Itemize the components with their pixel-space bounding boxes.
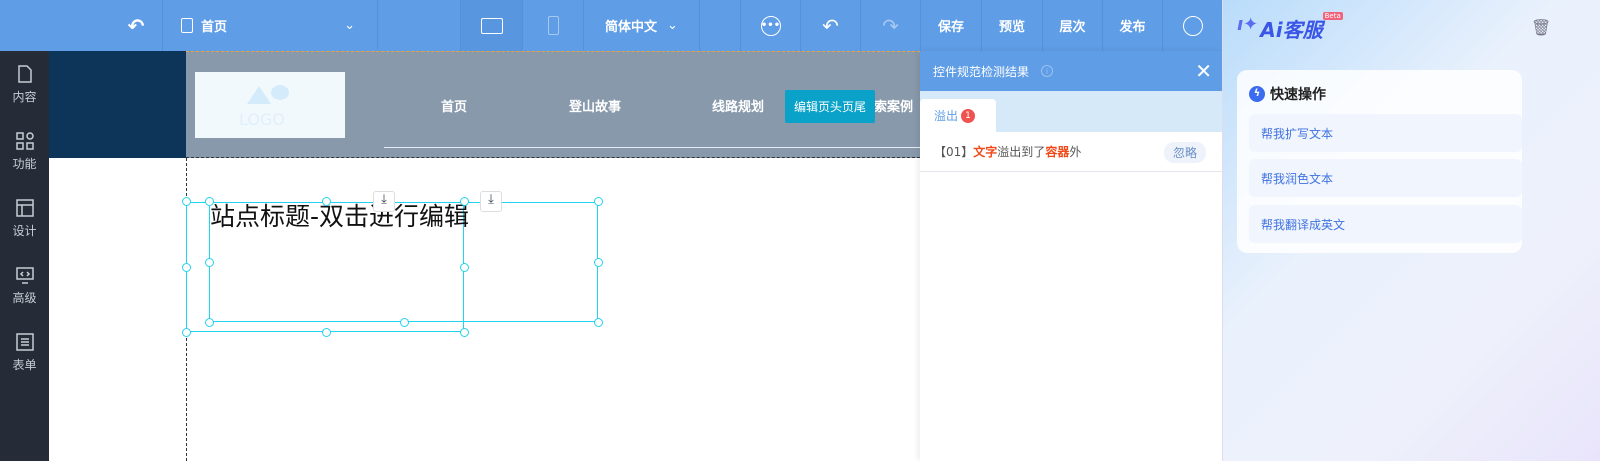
lightning-icon: ϟ <box>1249 86 1265 102</box>
sidebar-item-content[interactable]: 内容 <box>0 51 49 118</box>
tab-overflow[interactable]: 溢出 1 <box>920 99 996 132</box>
back-button[interactable]: ↶ <box>110 0 163 51</box>
beta-badge: Beta <box>1322 12 1343 20</box>
page-select[interactable]: 首页 ⌄ <box>163 0 378 51</box>
quick-actions-card: ϟ 快速操作 帮我扩写文本 帮我润色文本 帮我翻译成英文 <box>1237 70 1522 253</box>
publish-button[interactable]: 发布 <box>1103 0 1163 51</box>
site-logo[interactable]: LOGO <box>195 72 345 138</box>
issue-index: 【01】 <box>934 145 974 159</box>
undo-icon: ↶ <box>822 13 839 38</box>
mobile-icon <box>547 16 559 35</box>
grid-icon <box>15 132 34 150</box>
nav-cases[interactable]: 索案例 <box>874 96 913 115</box>
check-result-panel: 控件规范检测结果 i ✕ 溢出 1 【01】 文字 溢出到了 容器 外 忽略 <box>920 51 1222 461</box>
sidebar-item-advanced[interactable]: 高级 <box>0 252 49 319</box>
history-button[interactable] <box>1163 0 1222 51</box>
sidebar-item-function[interactable]: 功能 <box>0 118 49 185</box>
document-icon <box>17 65 32 83</box>
top-toolbar: ↶ 首页 ⌄ 简体中文 ⌄ ••• ↶ ↷ 保存 预览 层次 发布 <box>0 0 1222 51</box>
sidebar-label: 内容 <box>12 90 37 104</box>
ai-assistant-panel: ı✦ Ai客服 Beta 🗑 ϟ 快速操作 帮我扩写文本 帮我润色文本 帮我翻译… <box>1222 0 1600 461</box>
sidebar-label: 高级 <box>12 291 37 305</box>
layout-icon <box>15 199 34 217</box>
layers-button[interactable]: 层次 <box>1043 0 1103 51</box>
desktop-view-button[interactable] <box>461 0 523 51</box>
panel-title: 控件规范检测结果 <box>933 64 1030 79</box>
preview-button[interactable]: 预览 <box>982 0 1043 51</box>
ai-logo-text: Ai客服 <box>1260 18 1323 42</box>
issue-text: 容器 <box>1045 145 1070 159</box>
panel-header: 控件规范检测结果 i ✕ <box>920 51 1222 91</box>
quick-action-polish[interactable]: 帮我润色文本 <box>1249 159 1522 197</box>
sidebar-item-form[interactable]: 表单 <box>0 319 49 386</box>
section-title: 快速操作 <box>1270 87 1326 103</box>
canvas-left-strip <box>49 51 186 158</box>
quick-action-translate[interactable]: 帮我翻译成英文 <box>1249 205 1522 243</box>
sparkle-icon: ı✦ <box>1237 14 1259 35</box>
language-value: 简体中文 <box>605 20 658 35</box>
issue-text: 文字 <box>973 145 998 159</box>
nav-stories[interactable]: 登山故事 <box>569 96 621 115</box>
info-icon: i <box>1041 65 1054 77</box>
quick-action-expand[interactable]: 帮我扩写文本 <box>1249 114 1522 152</box>
list-icon <box>15 333 34 351</box>
language-select[interactable]: 简体中文 ⌄ <box>584 0 700 51</box>
tab-label: 溢出 <box>934 109 959 123</box>
download-icon[interactable]: ⤓ <box>480 191 502 212</box>
sidebar-label: 设计 <box>12 224 37 238</box>
edit-header-footer-button[interactable]: 编辑页头页尾 <box>785 90 875 123</box>
clear-icon[interactable]: 🗑 <box>1531 18 1551 37</box>
mobile-view-button[interactable] <box>523 0 584 51</box>
code-monitor-icon <box>15 267 34 284</box>
logo-shapes-icon <box>247 86 271 104</box>
ai-logo: ı✦ Ai客服 Beta <box>1237 12 1343 43</box>
ignore-button[interactable]: 忽略 <box>1163 142 1206 163</box>
redo-icon: ↷ <box>882 13 899 38</box>
site-title-text[interactable]: 站点标题-双击进行编辑 <box>210 197 469 233</box>
more-icon: ••• <box>760 15 781 36</box>
desktop-icon <box>480 17 503 34</box>
tab-bar: 溢出 1 <box>920 91 1222 132</box>
issue-row[interactable]: 【01】 文字 溢出到了 容器 外 忽略 <box>920 132 1222 172</box>
redo-button[interactable]: ↷ <box>861 0 921 51</box>
left-sidebar: 内容 功能 设计 高级 表单 <box>0 51 49 461</box>
undo-button[interactable]: ↶ <box>801 0 861 51</box>
sidebar-label: 表单 <box>12 358 37 372</box>
save-button[interactable]: 保存 <box>921 0 982 51</box>
nav-routes[interactable]: 线路规划 <box>712 96 764 115</box>
nav-home[interactable]: 首页 <box>441 96 467 115</box>
chevron-down-icon: ⌄ <box>344 18 355 33</box>
more-button[interactable]: ••• <box>741 0 801 51</box>
sidebar-label: 功能 <box>12 157 37 171</box>
site-header[interactable]: LOGO 首页 登山故事 线路规划 索案例 编辑页头页尾 <box>186 51 920 158</box>
issue-text: 外 <box>1069 145 1082 159</box>
issue-text: 溢出到了 <box>997 145 1046 159</box>
sidebar-item-design[interactable]: 设计 <box>0 185 49 252</box>
page-select-value: 首页 <box>201 20 228 35</box>
page-icon <box>181 18 193 33</box>
history-icon <box>1182 15 1203 36</box>
back-icon: ↶ <box>127 13 145 38</box>
close-icon[interactable]: ✕ <box>1195 59 1212 83</box>
tab-count-badge: 1 <box>961 108 976 123</box>
logo-text: LOGO <box>239 110 285 129</box>
chevron-down-icon: ⌄ <box>667 18 678 33</box>
download-icon[interactable]: ⤓ <box>373 191 395 212</box>
nav-underline <box>384 147 920 148</box>
